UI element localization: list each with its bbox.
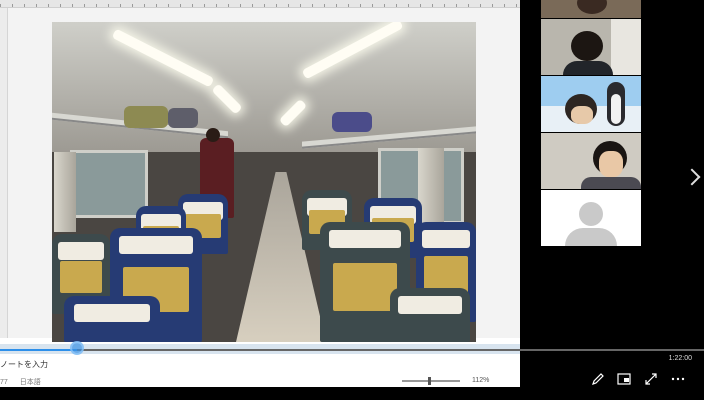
progress-fill [0, 349, 78, 351]
train-window [70, 150, 148, 218]
penguin-belly [611, 94, 621, 124]
participant-face [571, 31, 603, 61]
avatar-head-icon [579, 202, 603, 226]
picture-in-picture-icon[interactable] [617, 373, 631, 385]
rewind-10-icon[interactable]: 10 [262, 373, 276, 387]
curtain [54, 152, 76, 232]
progress-bar[interactable] [0, 349, 704, 351]
horizontal-ruler [0, 0, 520, 8]
zoom-slider[interactable] [402, 380, 460, 382]
more-icon[interactable] [671, 372, 685, 386]
participant-tile[interactable] [541, 76, 641, 132]
slide-counter: 77 [0, 379, 8, 386]
skip-back-seconds: 10 [265, 380, 273, 386]
notes-pane[interactable]: ノートを入力 [0, 359, 48, 370]
participant-body [581, 177, 641, 189]
participant-tile[interactable] [541, 0, 641, 18]
avatar-body-icon [565, 228, 617, 246]
zoom-level: 112% [472, 377, 490, 384]
zoom-slider-thumb[interactable] [428, 377, 431, 385]
participant-body [563, 61, 613, 75]
chevron-right-icon[interactable] [683, 168, 701, 186]
elapsed-time: 1:22:00 [668, 355, 692, 362]
status-bar: 77 日本語 [0, 377, 51, 387]
background-wall [611, 19, 641, 75]
participant-tile[interactable] [541, 133, 641, 189]
train-seat [390, 288, 470, 342]
vertical-ruler [0, 8, 8, 338]
play-icon[interactable] [291, 373, 303, 387]
train-seat [64, 296, 160, 342]
skip-forward-seconds: 30 [319, 380, 327, 386]
forward-30-icon[interactable]: 30 [316, 373, 330, 387]
participant-tile[interactable] [541, 19, 641, 75]
participant-skin [571, 106, 593, 124]
expand-icon[interactable] [644, 372, 658, 386]
participant-face [599, 151, 623, 177]
participant-tile-camera-off[interactable] [541, 190, 641, 246]
passenger-head [206, 128, 220, 142]
luggage [124, 106, 168, 128]
luggage [168, 108, 198, 128]
shared-presentation-window: ノートを入力 77 日本語 112% [0, 0, 520, 387]
participant-face [577, 0, 607, 14]
luggage [332, 112, 372, 132]
language-indicator: 日本語 [19, 379, 41, 386]
slide-photo-train-interior [52, 22, 476, 342]
pencil-icon[interactable] [591, 372, 605, 386]
